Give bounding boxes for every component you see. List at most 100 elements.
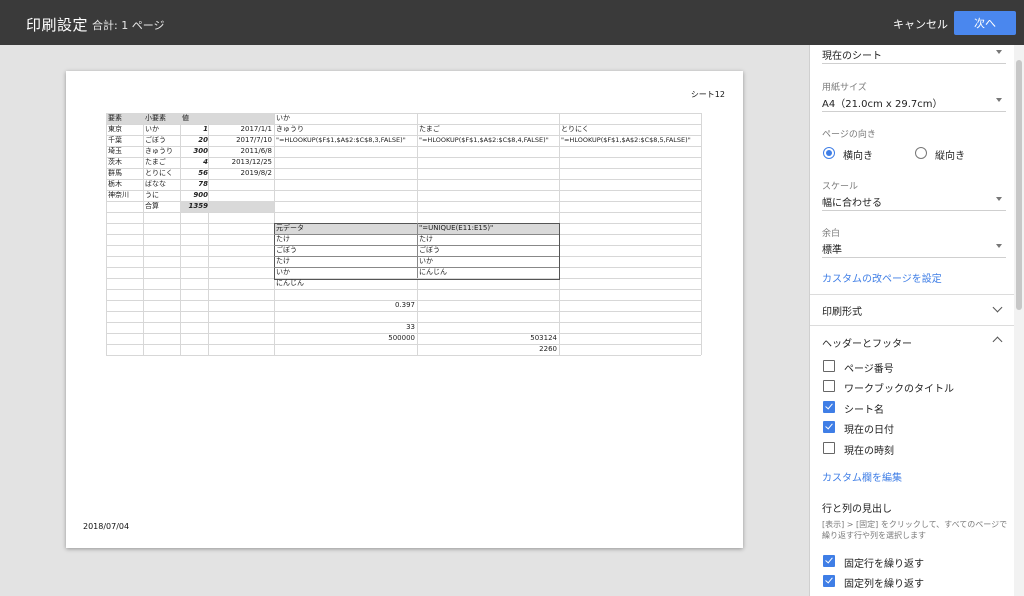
cell-d3: 2017/7/10 [236, 136, 272, 144]
workbook-title-label[interactable]: ワークブックのタイトル [844, 380, 954, 395]
cell-f3: "=HLOOKUP($F$1,$A$2:$C$8,4,FALSE)" [419, 136, 549, 144]
scale-select[interactable]: 幅に合わせる [822, 192, 1006, 211]
cell-a1: 要素 [108, 114, 122, 122]
cell-c5: 4 [203, 158, 208, 166]
sheet-name-label[interactable]: シート名 [844, 401, 884, 416]
cell-d6: 2019/8/2 [240, 169, 272, 177]
cell-c2: 1 [203, 125, 208, 133]
cell-b8: うに [145, 191, 159, 199]
cell-c9: 1359 [188, 202, 208, 210]
cell-e11: 元データ [276, 224, 304, 232]
cell-f21: 503124 [530, 334, 557, 342]
cell-b5: たまご [145, 158, 166, 166]
cell-e15: いか [276, 268, 290, 276]
current-time-label[interactable]: 現在の時刻 [844, 442, 894, 457]
cell-e3: "=HLOOKUP($F$1,$A$2:$C$8,3,FALSE)" [276, 136, 406, 144]
margin-label: 余白 [822, 229, 841, 239]
paper-size-select[interactable]: A4（21.0cm x 29.7cm） [822, 93, 1006, 112]
cell-e18: 0.397 [394, 301, 415, 309]
landscape-label[interactable]: 横向き [843, 147, 873, 162]
margin-value: 標準 [822, 245, 842, 256]
cell-f13: ごぼう [419, 246, 440, 254]
scale-label: スケール [822, 182, 859, 192]
page-number-label[interactable]: ページ番号 [844, 360, 894, 375]
repeat-frozen-cols-label[interactable]: 固定列を繰り返す [844, 575, 924, 590]
cell-b3: ごぼう [145, 136, 166, 144]
cell-a4: 埼玉 [108, 147, 122, 155]
cell-c6: 56 [198, 169, 208, 177]
cell-a3: 千葉 [108, 136, 122, 144]
spreadsheet-grid: 要素 小要素 値 いか 東京 いか 1 2017/1/1 千葉 ごぼう 20 2… [106, 113, 702, 356]
chevron-down-icon [996, 98, 1002, 102]
custom-page-break-link[interactable]: カスタムの改ページを設定 [822, 270, 942, 285]
current-date-label[interactable]: 現在の日付 [844, 421, 894, 436]
cell-b6: とりにく [145, 169, 173, 177]
cell-e2: きゅうり [276, 125, 304, 133]
current-date-checkbox[interactable] [823, 421, 835, 433]
cell-f14: いか [419, 257, 433, 265]
cell-f2: たまご [419, 125, 440, 133]
cell-a7: 栃木 [108, 180, 122, 188]
cell-g2: とりにく [561, 125, 589, 133]
cell-d2: 2017/1/1 [240, 125, 272, 133]
edit-custom-fields-link[interactable]: カスタム欄を編集 [822, 469, 902, 484]
cell-f11: "=UNIQUE(E11:E15)" [419, 224, 494, 232]
help-text: [表示] > [固定] をクリックして、すべてのページで繰り返す行や列を選択しま… [822, 520, 1008, 540]
footer-date: 2018/07/04 [83, 522, 130, 531]
cancel-button[interactable]: キャンセル [893, 16, 948, 32]
chevron-down-icon [996, 197, 1002, 201]
cell-c4: 300 [193, 147, 208, 155]
cell-e14: たけ [276, 257, 290, 265]
cell-a8: 神奈川 [108, 191, 129, 199]
cell-e12: たけ [276, 235, 290, 243]
print-range-select[interactable]: 現在のシート [822, 45, 1006, 64]
chevron-down-icon [996, 244, 1002, 248]
landscape-radio[interactable] [823, 147, 835, 159]
chevron-down-icon [996, 50, 1002, 54]
cell-a6: 群馬 [108, 169, 122, 177]
margin-select[interactable]: 標準 [822, 239, 1006, 258]
repeat-frozen-cols-checkbox[interactable] [823, 575, 835, 587]
cell-d4: 2011/6/8 [240, 147, 272, 155]
print-range-value: 現在のシート [822, 51, 882, 62]
cell-c7: 78 [198, 180, 208, 188]
paper-size-label: 用紙サイズ [822, 83, 867, 93]
cell-g3: "=HLOOKUP($F$1,$A$2:$C$8,5,FALSE)" [561, 136, 691, 144]
chevron-up-icon[interactable] [992, 336, 1003, 347]
cell-e16: にんじん [276, 279, 304, 287]
header-footer-section-header[interactable]: ヘッダーとフッター [822, 335, 912, 350]
orientation-label: ページの向き [822, 130, 876, 140]
divider [810, 325, 1015, 326]
chevron-down-icon[interactable] [992, 302, 1003, 313]
cell-c8: 900 [193, 191, 208, 199]
portrait-radio[interactable] [915, 147, 927, 159]
format-section-header[interactable]: 印刷形式 [822, 303, 862, 318]
header-sheet-name: シート12 [690, 90, 725, 99]
next-button[interactable]: 次へ [954, 11, 1016, 35]
repeat-frozen-rows-checkbox[interactable] [823, 555, 835, 567]
sheet-name-checkbox[interactable] [823, 401, 835, 413]
row-col-heading: 行と列の見出し [822, 504, 892, 515]
cell-f22: 2260 [539, 345, 557, 353]
cell-b9: 合算 [145, 202, 159, 210]
page-number-checkbox[interactable] [823, 360, 835, 372]
page-count: 合計: 1 ページ [92, 19, 165, 32]
scale-value: 幅に合わせる [822, 198, 882, 209]
portrait-label[interactable]: 縦向き [935, 147, 965, 162]
cell-c1: 値 [182, 114, 189, 122]
cell-e1: いか [276, 114, 290, 122]
repeat-frozen-rows-label[interactable]: 固定行を繰り返す [844, 555, 924, 570]
cell-e13: ごぼう [276, 246, 297, 254]
current-time-checkbox[interactable] [823, 442, 835, 454]
top-bar: 印刷設定 合計: 1 ページ キャンセル 次へ [0, 0, 1024, 45]
sidebar-scrollbar-thumb[interactable] [1016, 60, 1022, 310]
header-row-shade [106, 113, 274, 124]
cell-b4: きゅうり [145, 147, 173, 155]
cell-a2: 東京 [108, 125, 122, 133]
dialog-title: 印刷設定 [26, 16, 89, 34]
workbook-title-checkbox[interactable] [823, 380, 835, 392]
cell-a5: 茨木 [108, 158, 122, 166]
cell-e20: 33 [406, 323, 415, 331]
cell-b1: 小要素 [145, 114, 166, 122]
paper-size-value: A4（21.0cm x 29.7cm） [822, 99, 943, 110]
